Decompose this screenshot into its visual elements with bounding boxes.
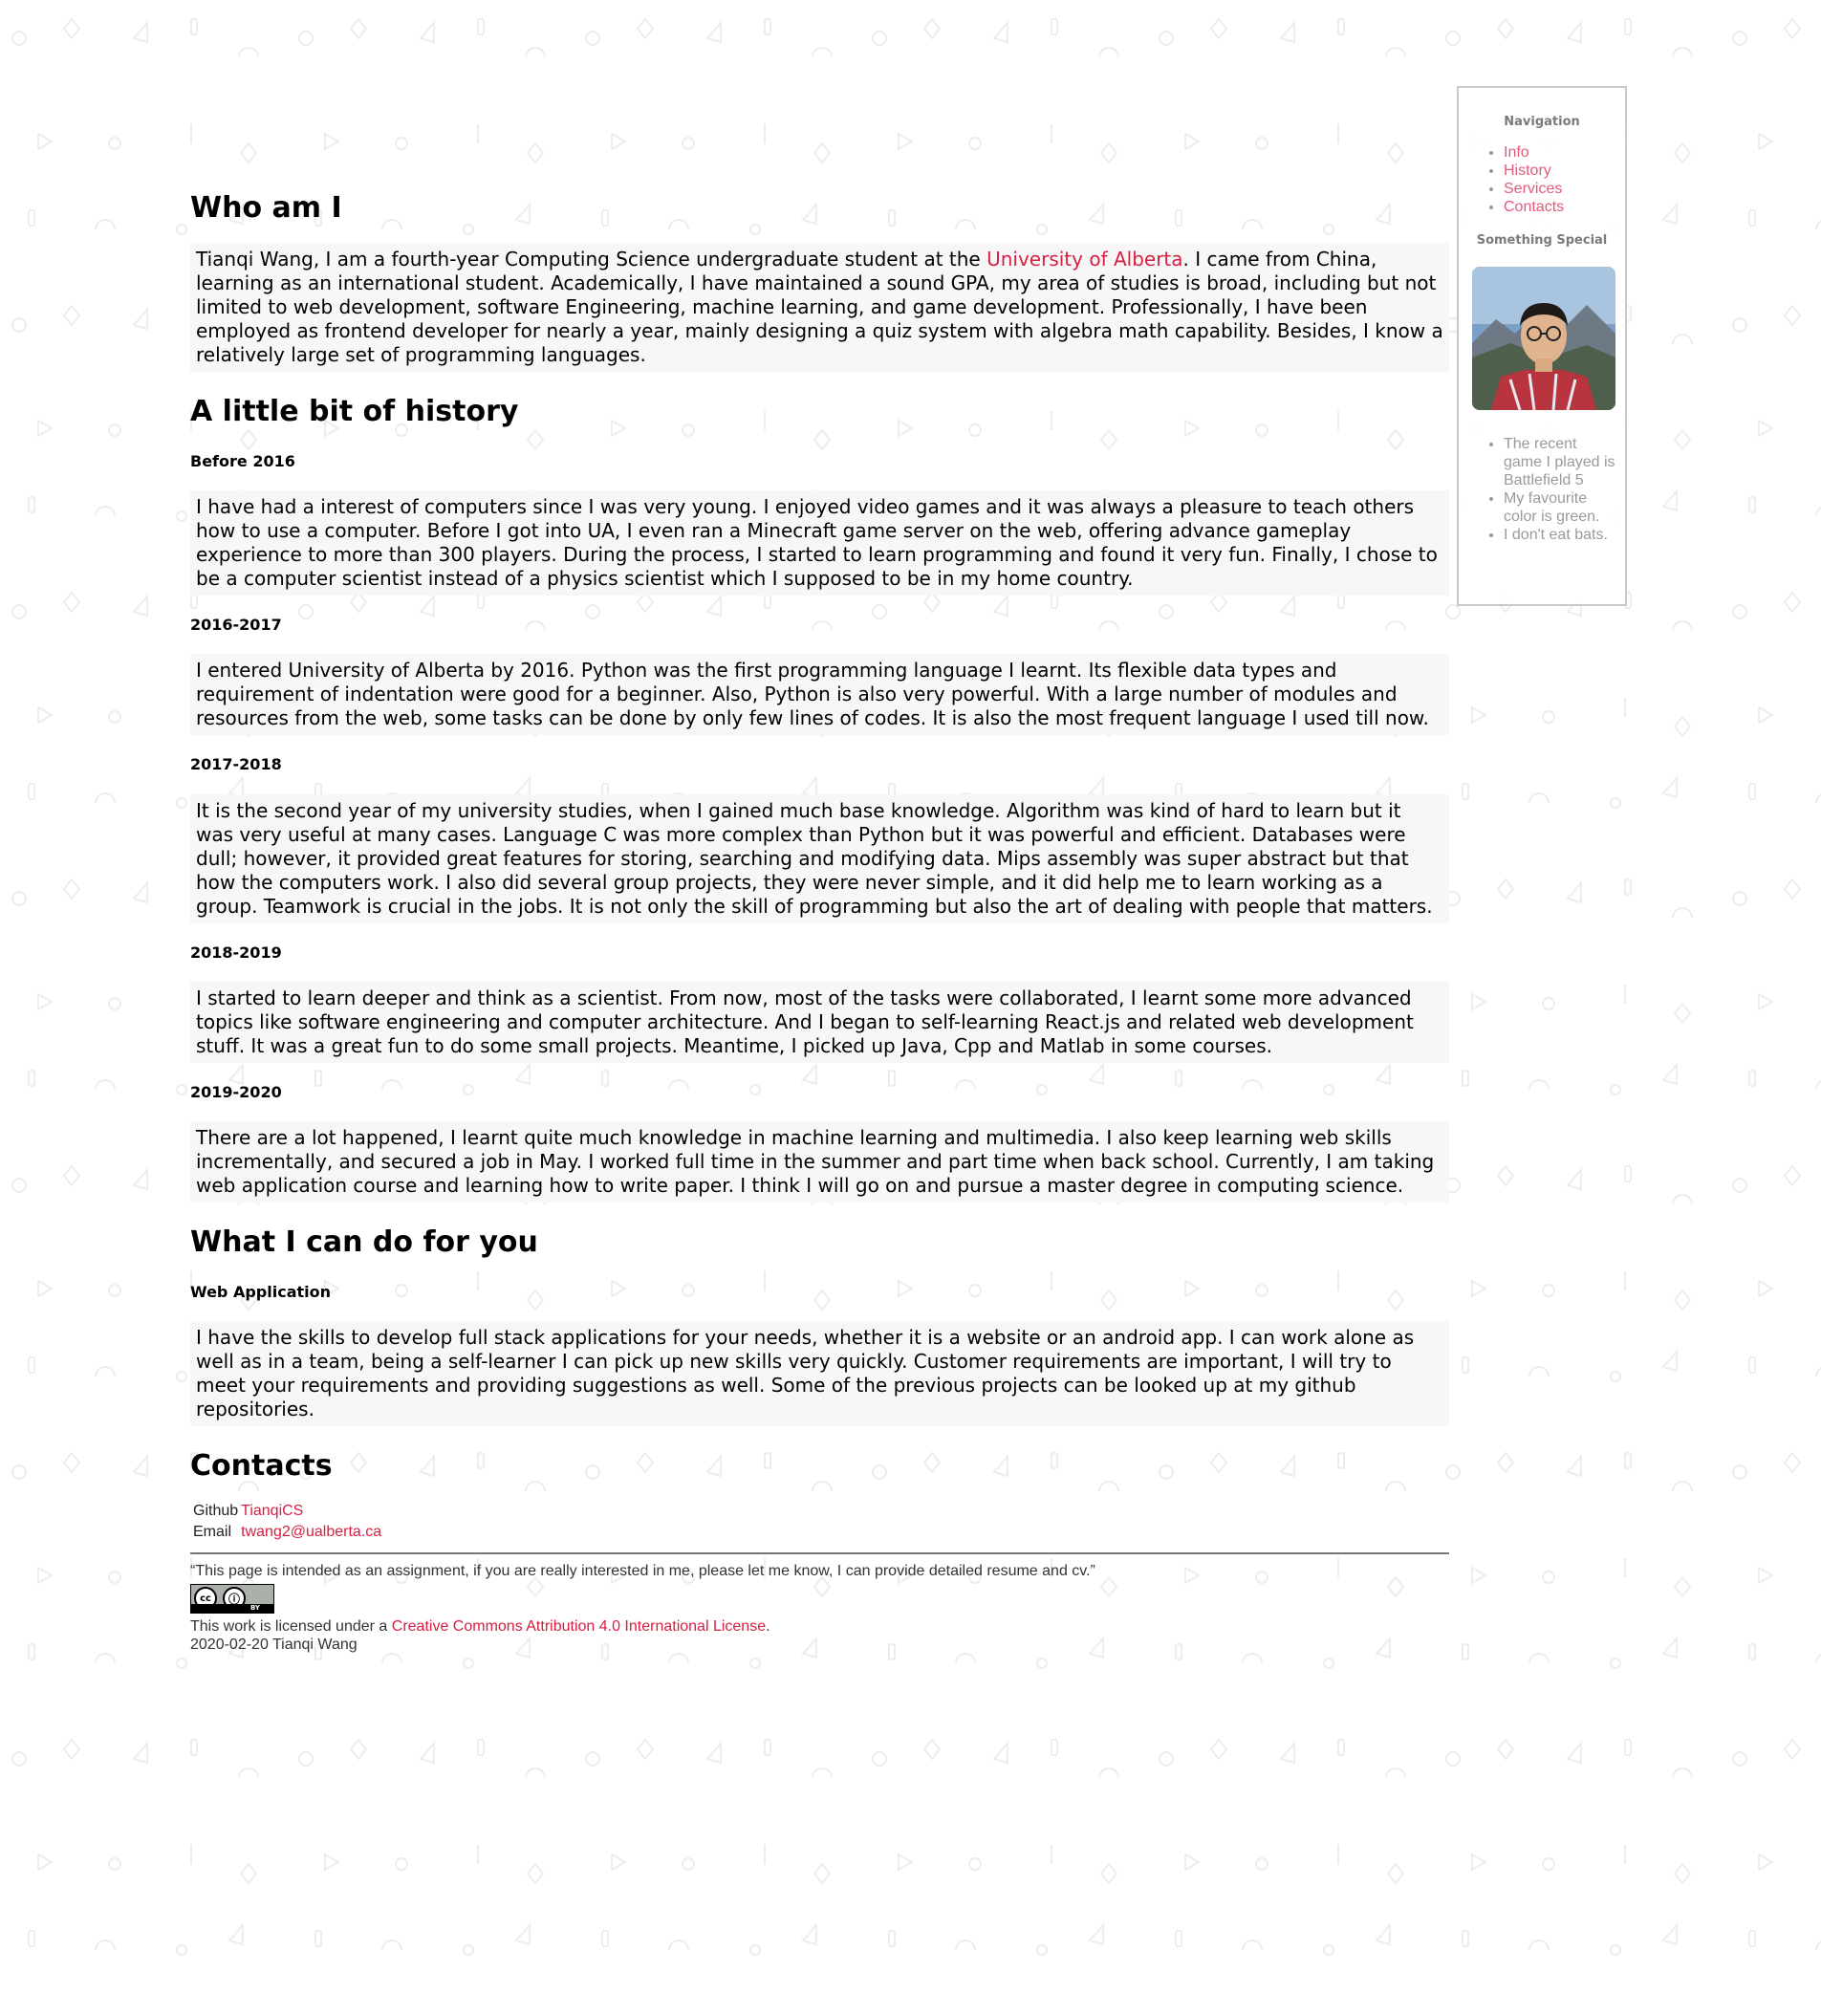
main-content: Who am I Tianqi Wang, I am a fourth-year…	[190, 191, 1449, 1654]
email-label: Email	[193, 1524, 232, 1541]
who-text-before: Tianqi Wang, I am a fourth-year Computin…	[196, 248, 987, 271]
sidebar-facts-list: The recent game I played is Battlefield …	[1459, 435, 1625, 544]
license-suffix: .	[766, 1618, 770, 1636]
fact-item: My favourite color is green.	[1504, 489, 1617, 526]
history-heading-before-2016: Before 2016	[190, 452, 295, 470]
fact-item: The recent game I played is Battlefield …	[1504, 435, 1617, 489]
services-text: I have the skills to develop full stack …	[190, 1321, 1449, 1427]
github-label: Github	[193, 1503, 239, 1520]
footer: “This page is intended as an assignment,…	[190, 1562, 1449, 1654]
who-paragraph: Tianqi Wang, I am a fourth-year Computin…	[190, 243, 1449, 372]
date-author: 2020-02-20 Tianqi Wang	[190, 1637, 358, 1654]
badge-bar	[191, 1604, 273, 1614]
history-heading-2018-2019: 2018-2019	[190, 943, 282, 962]
github-link[interactable]: TianqiCS	[241, 1503, 303, 1519]
nav-link-contacts[interactable]: Contacts	[1504, 199, 1564, 215]
contacts-title: Contacts	[190, 1449, 333, 1484]
license-link[interactable]: Creative Commons Attribution 4.0 Interna…	[392, 1618, 766, 1635]
history-title: A little bit of history	[190, 395, 519, 428]
history-heading-2016-2017: 2016-2017	[190, 616, 282, 635]
nav-item-history: History	[1504, 162, 1625, 180]
history-heading-2019-2020: 2019-2020	[190, 1082, 282, 1101]
services-title: What I can do for you	[190, 1225, 538, 1259]
profile-photo	[1472, 267, 1615, 410]
nav-item-contacts: Contacts	[1504, 198, 1625, 216]
history-text-2017-2018: It is the second year of my university s…	[190, 793, 1449, 923]
services-heading: Web Application	[190, 1282, 332, 1301]
nav-item-services: Services	[1504, 180, 1625, 198]
nav-link-services[interactable]: Services	[1504, 181, 1562, 197]
history-text-2019-2020: There are a lot happened, I learnt quite…	[190, 1120, 1449, 1203]
email-link[interactable]: twang2@ualberta.ca	[241, 1524, 381, 1540]
history-heading-2017-2018: 2017-2018	[190, 755, 282, 774]
badge-by-label: BY	[249, 1604, 260, 1613]
history-text-2018-2019: I started to learn deeper and think as a…	[190, 981, 1449, 1063]
license-prefix: This work is licensed under a	[190, 1618, 392, 1636]
contact-row-github: Github TianqiCS	[193, 1501, 384, 1522]
contacts-table: Github TianqiCS Email twang2@ualberta.ca	[193, 1501, 384, 1543]
footer-divider	[190, 1552, 1449, 1555]
sidebar: Navigation Info History Services Contact…	[1457, 86, 1627, 606]
cc-license-badge[interactable]: cc ⓘ BY	[190, 1584, 274, 1615]
sidebar-special-heading: Something Special	[1476, 233, 1608, 248]
fact-item: I don't eat bats.	[1504, 526, 1617, 544]
nav-link-info[interactable]: Info	[1504, 144, 1529, 161]
footer-quote: “This page is intended as an assignment,…	[190, 1563, 1095, 1580]
sidebar-nav-heading: Navigation	[1504, 115, 1580, 129]
sidebar-nav-list: Info History Services Contacts	[1459, 143, 1625, 216]
university-link[interactable]: University of Alberta	[986, 248, 1182, 271]
contact-row-email: Email twang2@ualberta.ca	[193, 1522, 384, 1543]
history-text-2016-2017: I entered University of Alberta by 2016.…	[190, 654, 1449, 736]
who-title: Who am I	[190, 191, 342, 225]
nav-item-info: Info	[1504, 143, 1625, 162]
history-text-before-2016: I have had a interest of computers since…	[190, 490, 1449, 596]
nav-link-history[interactable]: History	[1504, 163, 1551, 179]
license-line: This work is licensed under a Creative C…	[190, 1617, 1449, 1636]
